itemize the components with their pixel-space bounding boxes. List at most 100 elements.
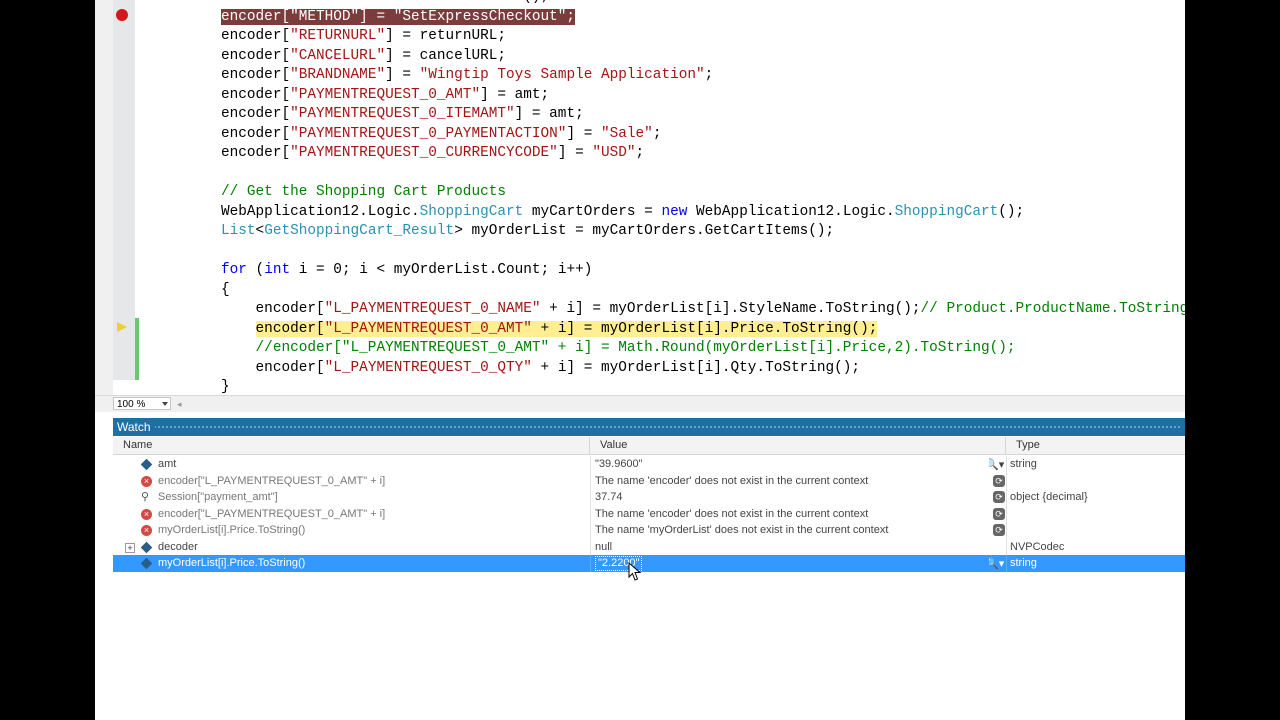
code-text: encoder[ [221, 301, 325, 317]
string-literal: "L_PAYMENTREQUEST_0_NAME" [324, 301, 541, 317]
code-line[interactable]: encoder["PAYMENTREQUEST_0_ITEMAMT"] = am… [221, 105, 1185, 125]
code-line[interactable]: NVPCodec encoder = new NVPCodec(); [221, 0, 1185, 8]
watch-name[interactable]: myOrderList[i].Price.ToString() [158, 522, 588, 539]
error-icon: × [141, 475, 152, 487]
code-line[interactable]: encoder["BRANDNAME"] = "Wingtip Toys Sam… [221, 66, 1185, 86]
code-text: WebApplication12.Logic. [687, 203, 895, 220]
watch-row[interactable]: × encoder["L_PAYMENTREQUEST_0_AMT" + i] Th… [113, 472, 1185, 490]
watch-value[interactable]: "39.9600" [595, 456, 980, 473]
zoom-dropdown[interactable]: 100 % [113, 397, 171, 410]
code-text: encoder[ [221, 145, 291, 161]
visualizer-button[interactable]: 🔍▾ [989, 456, 1007, 473]
watch-type [1010, 473, 1185, 490]
string-literal: "RETURNURL" [290, 28, 386, 44]
code-line[interactable] [221, 164, 1185, 184]
watch-title-bar[interactable]: Watch [113, 418, 1185, 436]
expand-icon[interactable]: + [125, 542, 135, 553]
code-text: encoder[ [221, 106, 291, 122]
code-text: } [221, 379, 230, 395]
code-text: ] = [385, 67, 420, 83]
code-lines[interactable]: NVPCodec encoder = new NVPCodec(); encode… [221, 0, 1185, 395]
code-line[interactable] [221, 242, 1185, 262]
property-icon: ⚲ [141, 491, 150, 503]
code-line[interactable]: encoder["PAYMENTREQUEST_0_CURRENCYCODE"]… [221, 144, 1185, 164]
column-name[interactable]: Name [113, 437, 590, 454]
visualizer-button[interactable]: 🔍▾ [989, 555, 1007, 572]
watch-value[interactable]: The name 'myOrderList' does not exist in… [595, 522, 980, 539]
code-line[interactable]: } [221, 378, 1185, 395]
code-text: ; [635, 145, 645, 161]
watch-value[interactable]: null [595, 539, 980, 556]
watch-row[interactable]: × myOrderList[i].Price.ToString() The name… [113, 522, 1185, 539]
change-tracking-bar-saved [135, 318, 139, 380]
column-separator [590, 505, 591, 522]
keyword: for [221, 262, 247, 278]
code-line[interactable]: encoder["METHOD"] = "SetExpressCheckout"… [221, 8, 1185, 28]
refresh-button[interactable]: ⟳ [989, 506, 1007, 523]
code-line[interactable]: encoder["CANCELURL"] = cancelURL; [221, 47, 1185, 67]
column-type[interactable]: Type [1006, 437, 1185, 454]
watch-value[interactable]: The name 'encoder' does not exist in the… [595, 473, 980, 490]
code-line[interactable]: for (int i = 0; i < myOrderList.Count; i… [221, 261, 1185, 281]
chevron-down-icon [162, 402, 168, 406]
watch-value-text: 37.74 [595, 491, 623, 503]
code-line[interactable]: encoder["RETURNURL"] = returnURL; [221, 27, 1185, 47]
type-name: GetShoppingCart_Result [264, 223, 455, 239]
title-grip [153, 425, 1181, 429]
watch-row[interactable]: amt "39.9600" 🔍▾ string [113, 456, 1185, 473]
current-statement-arrow-icon[interactable] [117, 322, 127, 332]
breakpoint-icon[interactable] [116, 9, 128, 21]
column-value[interactable]: Value [590, 437, 1006, 454]
watch-name[interactable]: encoder["L_PAYMENTREQUEST_0_AMT" + i] [158, 506, 588, 523]
code-line[interactable]: { [221, 281, 1185, 301]
watch-name[interactable]: Session["payment_amt"] [158, 489, 588, 506]
watch-type: NVPCodec [1010, 540, 1065, 553]
watch-name[interactable]: encoder["L_PAYMENTREQUEST_0_AMT" + i] [158, 473, 588, 490]
refresh-button[interactable]: ⟳ [989, 473, 1007, 490]
keyword: int [264, 262, 291, 278]
string-literal: "PAYMENTREQUEST_0_AMT" [290, 86, 481, 103]
current-statement-highlight: "L_PAYMENTREQUEST_0_AMT" [324, 320, 532, 337]
watch-row[interactable]: myOrderList[i].Price.ToString() "2.2200" 🔍… [113, 555, 1185, 572]
watch-value[interactable]: 37.74 [595, 489, 980, 506]
code-line[interactable]: encoder["L_PAYMENTREQUEST_0_AMT" + i] = … [221, 320, 1185, 340]
string-literal: "L_PAYMENTREQUEST_0_QTY" [324, 359, 532, 376]
watch-value-text: null [595, 540, 613, 553]
code-line[interactable]: encoder["L_PAYMENTREQUEST_0_QTY" + i] = … [221, 359, 1185, 379]
code-line[interactable]: encoder["PAYMENTREQUEST_0_PAYMENTACTION"… [221, 125, 1185, 145]
code-text: WebApplication12.Logic. [221, 203, 420, 220]
string-literal: "BRANDNAME" [290, 67, 386, 83]
type-name: List [221, 223, 256, 239]
column-separator [1006, 522, 1007, 539]
code-line[interactable]: encoder["L_PAYMENTREQUEST_0_NAME" + i] =… [221, 300, 1185, 320]
column-separator [1006, 489, 1007, 506]
watch-value[interactable]: "2.2200" [595, 555, 980, 572]
code-line[interactable]: // Get the Shopping Cart Products [221, 183, 1185, 203]
comment: // Get the Shopping Cart Products [221, 184, 506, 200]
code-line[interactable]: //encoder["L_PAYMENTREQUEST_0_AMT" + i] … [221, 339, 1185, 359]
column-separator [1006, 472, 1007, 489]
code-text: + i] = myOrderList[i].StyleName.ToString… [540, 301, 921, 317]
code-line[interactable]: encoder["PAYMENTREQUEST_0_AMT"] = amt; [221, 86, 1185, 106]
watch-row[interactable]: + decoder null NVPCodec [113, 538, 1185, 556]
comment: //encoder["L_PAYMENTREQUEST_0_AMT" + i] … [221, 340, 1016, 356]
scroll-left-icon[interactable]: ◂ [177, 399, 182, 410]
watch-row[interactable]: × encoder["L_PAYMENTREQUEST_0_AMT" + i] Th… [113, 505, 1185, 523]
code-text: NVPCodec encoder = new NVPCodec(); [221, 0, 550, 5]
watch-value-text: The name 'encoder' does not exist in the… [595, 507, 869, 520]
watch-name[interactable]: amt [158, 456, 588, 473]
code-line[interactable]: List<GetShoppingCart_Result> myOrderList… [221, 222, 1185, 242]
watch-name[interactable]: decoder [158, 539, 588, 556]
refresh-button[interactable]: ⟳ [989, 522, 1007, 539]
watch-row[interactable]: ⚲ Session["payment_amt"] 37.74 ⟳ object {dec… [113, 489, 1185, 506]
code-text: ] = returnURL; [385, 28, 506, 44]
string-literal: "Wingtip Toys Sample Application" [419, 67, 705, 83]
watch-name[interactable]: myOrderList[i].Price.ToString() [158, 555, 588, 572]
code-line[interactable]: WebApplication12.Logic.ShoppingCart myCa… [221, 203, 1185, 223]
code-text: ; [704, 67, 714, 83]
code-editor[interactable]: NVPCodec encoder = new NVPCodec(); encode… [95, 0, 1185, 395]
code-text: ] = [557, 145, 593, 161]
refresh-button[interactable]: ⟳ [989, 489, 1007, 506]
column-separator [1006, 505, 1007, 522]
watch-value[interactable]: The name 'encoder' does not exist in the… [595, 506, 980, 523]
